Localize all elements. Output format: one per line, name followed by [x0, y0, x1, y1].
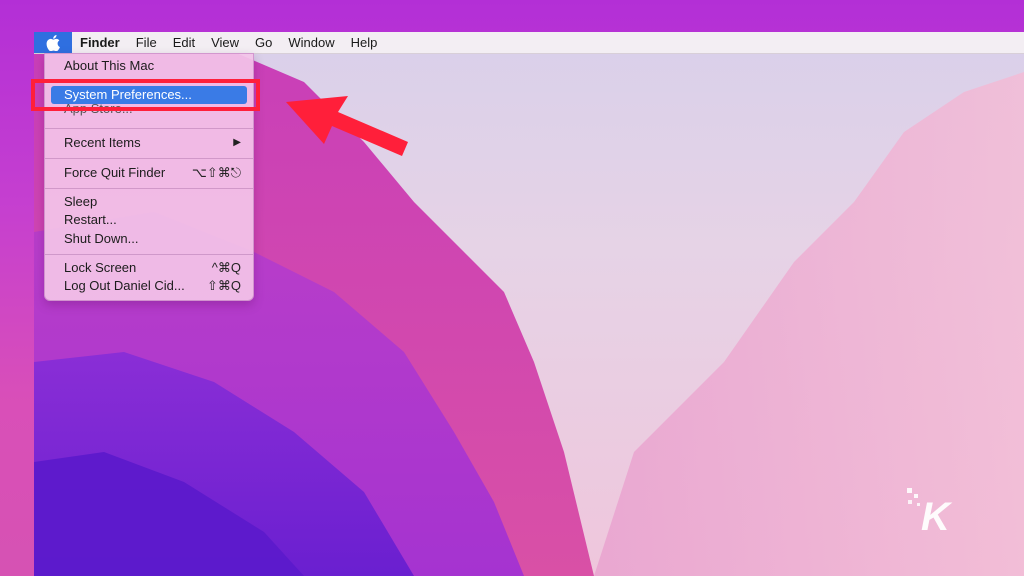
menu-bar: Finder File Edit View Go Window Help — [34, 32, 1024, 54]
menu-item-restart[interactable]: Restart... — [51, 211, 247, 229]
menu-separator — [45, 158, 253, 159]
menu-item-about-this-mac[interactable]: About This Mac — [51, 57, 247, 75]
menu-item-lock-screen[interactable]: Lock Screen ^⌘Q — [51, 259, 247, 277]
menu-separator — [45, 254, 253, 255]
shortcut-label: ⇧⌘Q — [206, 278, 241, 293]
menu-item-shut-down[interactable]: Shut Down... — [51, 230, 247, 248]
apple-menu-button[interactable] — [34, 32, 72, 53]
watermark-letter: K — [921, 495, 953, 536]
annotation-highlight-box — [31, 79, 260, 111]
menu-item-recent-items[interactable]: Recent Items ▶ — [51, 134, 247, 152]
menu-finder[interactable]: Finder — [72, 32, 128, 53]
annotation-arrow-icon — [286, 96, 408, 156]
shortcut-label: ⌥⇧⌘⎋ — [191, 165, 241, 180]
menu-file[interactable]: File — [128, 32, 165, 53]
menu-item-force-quit[interactable]: Force Quit Finder ⌥⇧⌘⎋ — [51, 164, 247, 182]
menu-item-sleep[interactable]: Sleep — [51, 193, 247, 211]
apple-icon — [46, 34, 60, 51]
shortcut-label: ^⌘Q — [211, 260, 241, 275]
menu-item-log-out[interactable]: Log Out Daniel Cid... ⇧⌘Q — [51, 277, 247, 295]
menu-edit[interactable]: Edit — [165, 32, 203, 53]
menu-help[interactable]: Help — [343, 32, 386, 53]
menu-separator — [45, 128, 253, 129]
menu-window[interactable]: Window — [280, 32, 342, 53]
submenu-arrow-icon: ▶ — [233, 137, 241, 148]
menu-go[interactable]: Go — [247, 32, 280, 53]
menu-separator — [45, 188, 253, 189]
menu-view[interactable]: View — [203, 32, 247, 53]
watermark-logo: K — [907, 488, 953, 536]
